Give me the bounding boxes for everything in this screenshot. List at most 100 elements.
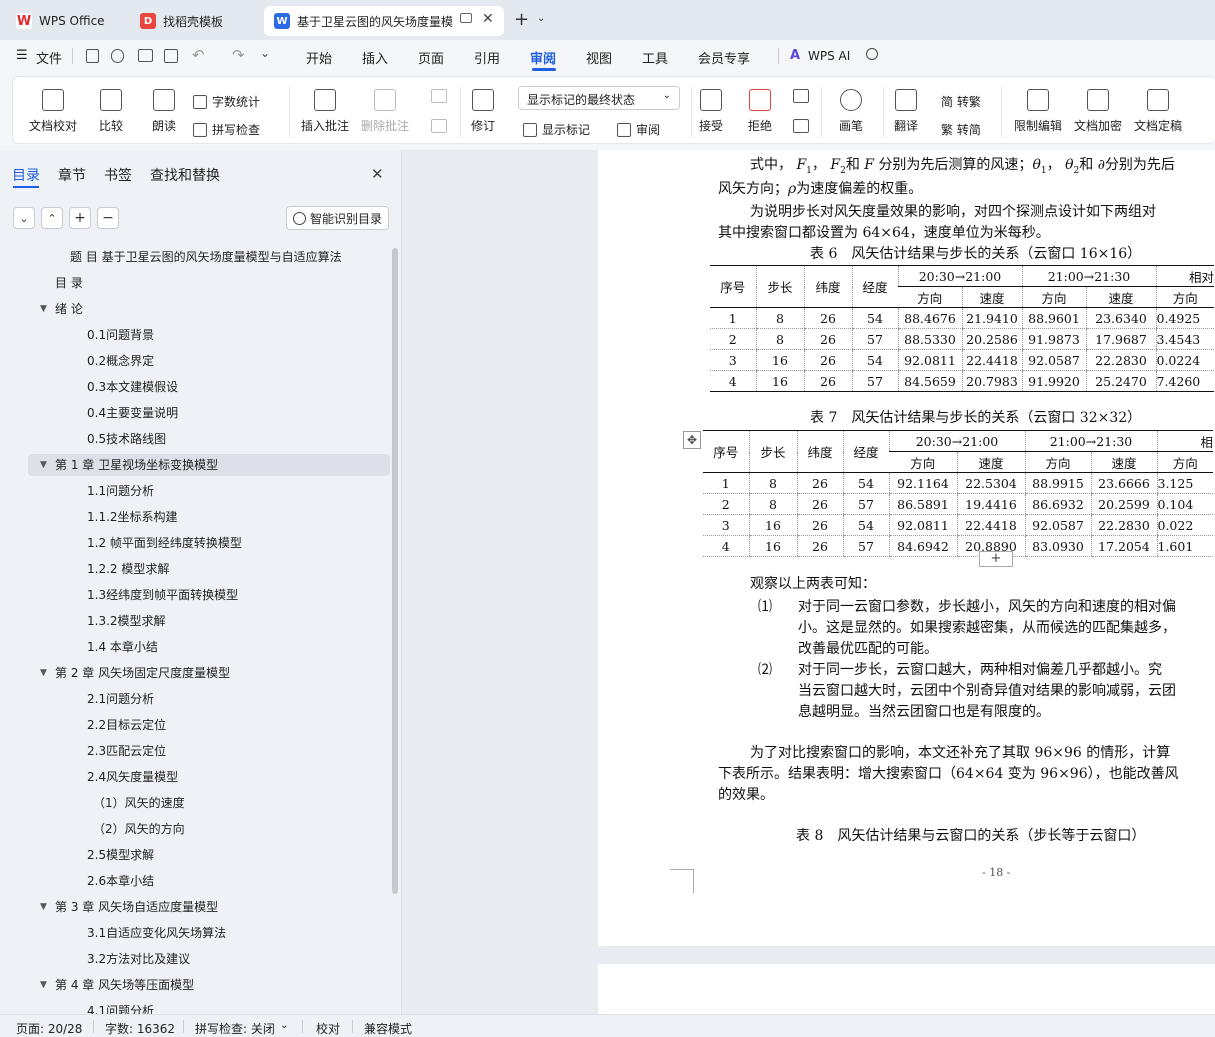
tab-wps-office[interactable]: W WPS Office <box>6 6 124 36</box>
table-cell[interactable]: 20.2586 <box>961 328 1022 350</box>
table-cell[interactable]: 16 <box>755 370 804 392</box>
table-cell[interactable]: 20.2599 <box>1090 493 1157 515</box>
prev-change-icon[interactable] <box>793 89 809 103</box>
toc-item[interactable]: 目 录 <box>28 272 390 294</box>
table-cell[interactable]: 26 <box>803 307 852 329</box>
table-cell[interactable]: 88.9601 <box>1021 307 1086 329</box>
redo-icon[interactable]: ↷ <box>232 46 245 64</box>
encrypt-button[interactable]: 文档加密 <box>1074 89 1122 134</box>
print-icon[interactable] <box>138 49 153 62</box>
tab-toc[interactable]: 目录 <box>12 165 40 185</box>
track-changes-button[interactable]: 修订 <box>471 89 495 134</box>
to-simplified-button[interactable]: 繁 转简 <box>941 121 981 138</box>
toc-item[interactable]: 2.2目标云定位 <box>28 714 390 736</box>
table-cell[interactable]: 25.2470 <box>1085 370 1156 392</box>
page-indicator[interactable]: 页面: 20/28 <box>16 1020 82 1037</box>
table-cell[interactable]: 86.5891 <box>888 493 957 515</box>
table-cell[interactable]: 83.0930 <box>1024 535 1091 557</box>
table-cell[interactable]: 92.0587 <box>1024 514 1091 536</box>
table-cell[interactable]: 88.9915 <box>1024 472 1091 494</box>
table-cell[interactable]: 26 <box>796 472 843 494</box>
table-cell[interactable]: 7.4260 <box>1155 370 1214 392</box>
toc-item[interactable]: （2）风矢的方向 <box>28 818 390 840</box>
menu-insert[interactable]: 插入 <box>362 48 388 67</box>
table-cell[interactable]: 3 <box>710 349 756 371</box>
table-cell[interactable]: 57 <box>851 370 898 392</box>
new-tab-icon[interactable]: + <box>514 9 529 30</box>
expand-arrow-icon[interactable]: ▼ <box>40 662 47 684</box>
menu-file[interactable]: 文件 <box>36 48 62 67</box>
table-cell[interactable]: 22.2830 <box>1090 514 1157 536</box>
toc-item[interactable]: 1.1.2坐标系构建 <box>28 506 390 528</box>
table-cell[interactable]: 0.0224 <box>1155 349 1214 371</box>
next-comment-icon[interactable] <box>431 119 447 133</box>
save-icon[interactable] <box>86 49 99 63</box>
close-tab-icon[interactable]: ✕ <box>482 11 494 27</box>
table-cell[interactable]: 8 <box>755 307 804 329</box>
table-cell[interactable]: 20.7983 <box>961 370 1022 392</box>
toc-item[interactable]: 1.1问题分析 <box>28 480 390 502</box>
table-cell[interactable]: 84.6942 <box>888 535 957 557</box>
table-cell[interactable]: 22.2830 <box>1085 349 1156 371</box>
table-move-handle-icon[interactable]: ✥ <box>683 431 701 449</box>
add-row-button[interactable]: + <box>979 551 1013 567</box>
toc-item[interactable]: 1.2.2 模型求解 <box>28 558 390 580</box>
table-cell[interactable]: 17.2054 <box>1090 535 1157 557</box>
pen-button[interactable]: 画笔 <box>839 89 863 134</box>
table-cell[interactable]: 1 <box>710 307 756 329</box>
table-cell[interactable]: 26 <box>803 349 852 371</box>
to-traditional-button[interactable]: 简 转繁 <box>941 93 981 110</box>
toc-item[interactable]: ▼ 第 2 章 风矢场固定尺度度量模型 <box>28 662 390 684</box>
review-pane-button[interactable]: 审阅 <box>617 121 660 138</box>
table-cell[interactable]: 0.104 <box>1156 493 1213 515</box>
table-cell[interactable]: 92.0587 <box>1021 349 1086 371</box>
toc-item[interactable]: 0.4主要变量说明 <box>28 402 390 424</box>
table-cell[interactable]: 0.022 <box>1156 514 1213 536</box>
reject-button[interactable]: 拒绝 <box>748 89 772 134</box>
translate-button[interactable]: 翻译 <box>894 89 918 134</box>
word-count[interactable]: 字数: 16362 <box>105 1020 175 1037</box>
table-cell[interactable]: 57 <box>842 535 889 557</box>
next-change-icon[interactable] <box>793 119 809 133</box>
toc-item[interactable]: （1）风矢的速度 <box>28 792 390 814</box>
table-cell[interactable]: 22.4418 <box>961 349 1022 371</box>
tab-chapters[interactable]: 章节 <box>58 165 86 185</box>
toc-item[interactable]: 1.3经纬度到帧平面转换模型 <box>28 584 390 606</box>
table-cell[interactable]: 26 <box>803 370 852 392</box>
word-count-button[interactable]: 字数统计 <box>193 93 260 110</box>
table-cell[interactable]: 54 <box>842 514 889 536</box>
expand-arrow-icon[interactable]: ▼ <box>40 896 47 918</box>
table-cell[interactable]: 88.4676 <box>897 307 962 329</box>
more-icon[interactable]: ⌄ <box>260 46 270 60</box>
toc-item[interactable]: 2.3匹配云定位 <box>28 740 390 762</box>
collapse-all-button[interactable]: ⌃ <box>41 207 63 229</box>
display-mode-select[interactable]: 显示标记的最终状态 ⌄ <box>518 86 680 110</box>
table-cell[interactable]: 1 <box>703 472 749 494</box>
menu-page[interactable]: 页面 <box>418 48 444 67</box>
share-icon[interactable] <box>111 49 124 63</box>
insert-comment-button[interactable]: 插入批注 <box>301 89 349 134</box>
menu-vip[interactable]: 会员专享 <box>698 48 750 67</box>
toc-item[interactable]: 0.3本文建模假设 <box>28 376 390 398</box>
table-cell[interactable]: 26 <box>796 514 843 536</box>
table-cell[interactable]: 88.5330 <box>897 328 962 350</box>
table-cell[interactable]: 54 <box>851 349 898 371</box>
toc-item[interactable]: ▼ 第 4 章 风矢场等压面模型 <box>28 974 390 996</box>
table-cell[interactable]: 22.5304 <box>956 472 1025 494</box>
toc-item[interactable]: ▼ 第 1 章 卫星视场坐标变换模型 <box>28 454 390 476</box>
compare-button[interactable]: 比较 <box>99 89 123 134</box>
tab-templates[interactable]: D 找稻壳模板 <box>130 6 258 36</box>
table-cell[interactable]: 3 <box>703 514 749 536</box>
table-cell[interactable]: 23.6340 <box>1085 307 1156 329</box>
table-cell[interactable]: 0.4925 <box>1155 307 1214 329</box>
table-cell[interactable]: 57 <box>842 493 889 515</box>
table-cell[interactable]: 91.9873 <box>1021 328 1086 350</box>
table-cell[interactable]: 8 <box>755 328 804 350</box>
toc-item[interactable]: 1.3.2模型求解 <box>28 610 390 632</box>
expand-all-button[interactable]: ⌄ <box>13 207 35 229</box>
spell-check-status[interactable]: 拼写检查: 关闭 <box>195 1020 275 1037</box>
spell-check-button[interactable]: 拼写检查 <box>193 121 260 138</box>
read-aloud-button[interactable]: 朗读 <box>152 89 176 134</box>
toc-item[interactable]: 题 目 基于卫星云图的风矢场度量模型与自适应算法 <box>28 248 390 268</box>
close-icon[interactable]: ✕ <box>371 165 384 183</box>
